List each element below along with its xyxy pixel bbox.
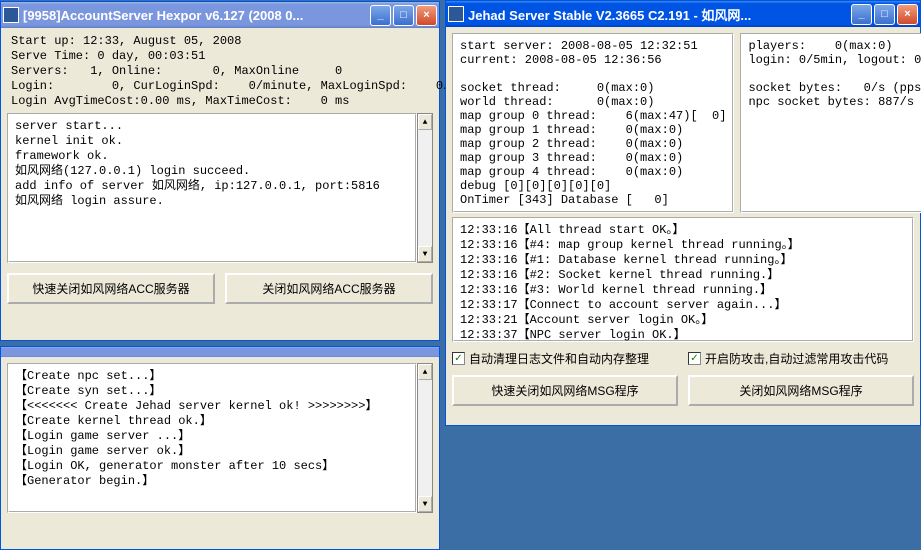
minimize-button[interactable]: _ xyxy=(851,4,872,25)
close-button[interactable]: × xyxy=(897,4,918,25)
player-stats-panel: players: 0(max:0) login: 0/5min, logout:… xyxy=(740,33,921,213)
stats-panels: start server: 2008-08-05 12:32:51 curren… xyxy=(452,33,914,213)
scroll-down-icon[interactable]: ▼ xyxy=(418,246,432,262)
log-line: 12:33:16【All thread start OK。】 xyxy=(460,223,906,238)
server-info-panel: Start up: 12:33, August 05, 2008 Serve T… xyxy=(7,34,433,109)
quick-close-acc-button[interactable]: 快速关闭如风网络ACC服务器 xyxy=(7,273,215,304)
log-line: add info of server 如风网络, ip:127.0.0.1, p… xyxy=(15,179,409,194)
app-icon xyxy=(448,6,464,22)
log-line: 如风网络 login assure. xyxy=(15,194,409,209)
close-button[interactable]: × xyxy=(416,5,437,26)
servers-line: Servers: 1, Online: 0, MaxOnline 0 xyxy=(11,64,429,79)
startup-line: Start up: 12:33, August 05, 2008 xyxy=(11,34,429,49)
thread-stats-panel: start server: 2008-08-05 12:32:51 curren… xyxy=(452,33,734,213)
log-line: 【Create syn set...】 xyxy=(15,384,409,399)
log-line: 12:33:16【#3: World kernel thread running… xyxy=(460,283,906,298)
login-cost-line: Login AvgTimeCost:0.00 ms, MaxTimeCost: … xyxy=(11,94,429,109)
log-line: 12:33:21【Account server login OK。】 xyxy=(460,313,906,328)
maximize-button[interactable]: □ xyxy=(393,5,414,26)
scroll-up-icon[interactable]: ▲ xyxy=(418,114,432,130)
npc-log-panel: 【Create npc set...】 【Create syn set...】 … xyxy=(7,363,417,513)
quick-close-msg-button[interactable]: 快速关闭如风网络MSG程序 xyxy=(452,375,678,406)
jehad-log-panel: 12:33:16【All thread start OK。】 12:33:16【… xyxy=(452,217,914,342)
checkbox-label: 开启防攻击,自动过滤常用攻击代码 xyxy=(705,350,888,367)
scroll-up-icon[interactable]: ▲ xyxy=(418,364,432,380)
log-line: 12:33:16【#2: Socket kernel thread runnin… xyxy=(460,268,906,283)
log-line: 12:33:17【Connect to account server again… xyxy=(460,298,906,313)
log-line: server start... xyxy=(15,119,409,134)
log-line: 【Create npc set...】 xyxy=(15,369,409,384)
checkbox-checked-icon[interactable]: ✓ xyxy=(688,352,701,365)
minimize-button[interactable]: _ xyxy=(370,5,391,26)
log-line: 12:33:16【#1: Database kernel thread runn… xyxy=(460,253,906,268)
log-line: 12:33:37【NPC server login OK.】 xyxy=(460,328,906,343)
titlebar[interactable]: [9958]AccountServer Hexpor v6.127 (2008 … xyxy=(1,2,439,28)
scrollbar[interactable]: ▲ ▼ xyxy=(417,113,433,263)
titlebar[interactable]: Jehad Server Stable V2.3665 C2.191 - 如风网… xyxy=(446,1,920,27)
login-line: Login: 0, CurLoginSpd: 0/minute, MaxLogi… xyxy=(11,79,429,94)
anti-attack-option[interactable]: ✓ 开启防攻击,自动过滤常用攻击代码 xyxy=(688,350,914,367)
close-msg-button[interactable]: 关闭如风网络MSG程序 xyxy=(688,375,914,406)
checkbox-checked-icon[interactable]: ✓ xyxy=(452,352,465,365)
log-line: 【<<<<<<< Create Jehad server kernel ok! … xyxy=(15,399,409,414)
scrollbar[interactable]: ▲ ▼ xyxy=(417,363,433,513)
log-line: 【Create kernel thread ok.】 xyxy=(15,414,409,429)
log-line: 【Login game server ok.】 xyxy=(15,444,409,459)
app-icon xyxy=(3,7,19,23)
checkbox-label: 自动清理日志文件和自动内存整理 xyxy=(469,350,649,367)
maximize-button[interactable]: □ xyxy=(874,4,895,25)
titlebar[interactable] xyxy=(1,347,439,357)
log-line: 【Login OK, generator monster after 10 se… xyxy=(15,459,409,474)
log-line: framework ok. xyxy=(15,149,409,164)
log-line: 12:33:16【#4: map group kernel thread run… xyxy=(460,238,906,253)
log-line: kernel init ok. xyxy=(15,134,409,149)
log-line: 如风网络(127.0.0.1) login succeed. xyxy=(15,164,409,179)
jehad-server-window: Jehad Server Stable V2.3665 C2.191 - 如风网… xyxy=(445,0,921,426)
account-server-window: [9958]AccountServer Hexpor v6.127 (2008 … xyxy=(0,1,440,341)
log-panel: server start... kernel init ok. framewor… xyxy=(7,113,417,263)
window-title: Jehad Server Stable V2.3665 C2.191 - 如风网… xyxy=(468,5,851,24)
serve-time-line: Serve Time: 0 day, 00:03:51 xyxy=(11,49,429,64)
scroll-track[interactable] xyxy=(418,130,432,246)
scroll-track[interactable] xyxy=(418,380,432,496)
auto-clean-option[interactable]: ✓ 自动清理日志文件和自动内存整理 xyxy=(452,350,678,367)
window-title: [9958]AccountServer Hexpor v6.127 (2008 … xyxy=(23,8,370,23)
log-line: 【Generator begin.】 xyxy=(15,474,409,489)
log-line: 【Login game server ...】 xyxy=(15,429,409,444)
close-acc-button[interactable]: 关闭如风网络ACC服务器 xyxy=(225,273,433,304)
scroll-down-icon[interactable]: ▼ xyxy=(418,496,432,512)
npc-server-window: 【Create npc set...】 【Create syn set...】 … xyxy=(0,346,440,550)
